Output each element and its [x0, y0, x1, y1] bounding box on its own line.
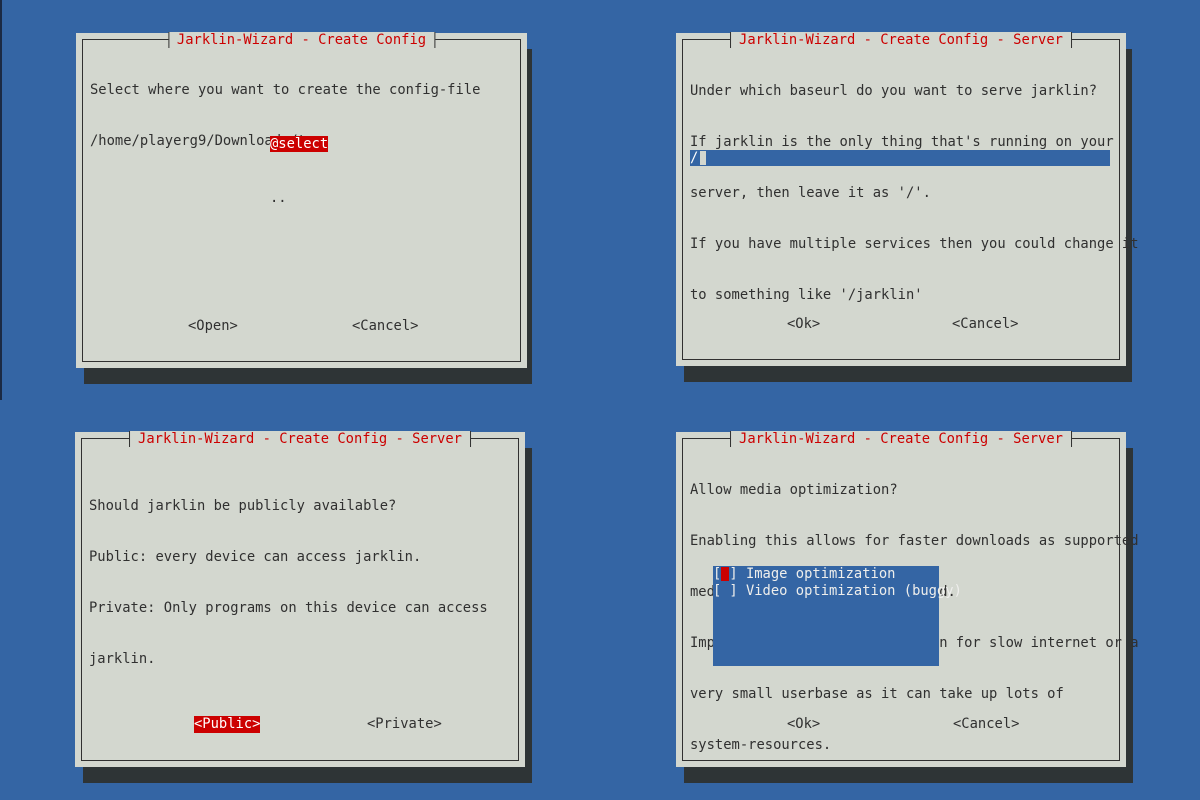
prompt-line: to something like '/jarklin' — [690, 287, 923, 303]
checklist-item-label: Video optimization (buggy) — [745, 583, 962, 599]
prompt-line: very small userbase as it can take up lo… — [690, 686, 1064, 702]
dialog-prompt: Under which baseurl do you want to serve… — [690, 49, 1139, 338]
baseurl-input[interactable]: / — [690, 150, 1110, 166]
cancel-button[interactable]: <Cancel> — [953, 716, 1019, 733]
private-button[interactable]: <Private> — [367, 716, 442, 733]
dialog-title: Jarklin-Wizard - Create Config - Server — [730, 32, 1072, 48]
dialog-title: Jarklin-Wizard - Create Config - Server — [129, 431, 471, 447]
open-button[interactable]: <Open> — [188, 318, 238, 335]
prompt-line: jarklin. — [89, 651, 156, 667]
ok-button[interactable]: <Ok> — [787, 316, 820, 333]
checkbox-cursor-icon[interactable] — [721, 567, 730, 581]
directory-list: @select .. — [270, 99, 329, 243]
prompt-line: Allow media optimization? — [690, 482, 898, 498]
dialog-title: Jarklin-Wizard - Create Config — [167, 32, 436, 48]
checkbox-icon[interactable] — [721, 584, 729, 598]
text-cursor — [700, 151, 707, 165]
optimization-checklist: [] Image optimization [] Video optimizat… — [713, 566, 962, 666]
prompt-line: If jarklin is the only thing that's runn… — [690, 134, 1114, 150]
config-location-dialog: Jarklin-Wizard - Create Config Select wh… — [76, 32, 527, 368]
media-optimization-dialog: Jarklin-Wizard - Create Config - Server … — [676, 431, 1139, 767]
window-edge — [0, 0, 2, 400]
public-access-dialog: Jarklin-Wizard - Create Config - Server … — [75, 431, 525, 767]
prompt-line: Under which baseurl do you want to serve… — [690, 83, 1098, 99]
prompt-line: If you have multiple services then you c… — [690, 236, 1139, 252]
prompt-line: Enabling this allows for faster download… — [690, 533, 1139, 549]
prompt-line: system-resources. — [690, 737, 832, 753]
prompt-line: Should jarklin be publicly available? — [89, 498, 397, 514]
dialog-title: Jarklin-Wizard - Create Config - Server — [730, 431, 1072, 447]
prompt-line: Select where you want to create the conf… — [90, 82, 481, 98]
baseurl-dialog: Jarklin-Wizard - Create Config - Server … — [676, 32, 1139, 366]
checklist-item-image-optimization[interactable]: [] Image optimization — [713, 566, 939, 583]
checklist-item-label: Image optimization — [745, 566, 896, 582]
checklist-item-video-optimization[interactable]: [] Video optimization (buggy) — [713, 583, 962, 600]
prompt-line: Public: every device can access jarklin. — [89, 549, 422, 565]
public-button[interactable]: <Public> — [194, 716, 261, 733]
ok-button[interactable]: <Ok> — [787, 716, 820, 733]
prompt-line: server, then leave it as '/'. — [690, 185, 931, 201]
dialog-prompt: Should jarklin be publicly available? Pu… — [89, 464, 488, 702]
list-item-select[interactable]: @select — [270, 135, 329, 153]
list-item-parent-dir[interactable]: .. — [270, 189, 328, 207]
cancel-button[interactable]: <Cancel> — [352, 318, 418, 335]
cancel-button[interactable]: <Cancel> — [952, 316, 1018, 333]
prompt-line: Private: Only programs on this device ca… — [89, 600, 488, 616]
